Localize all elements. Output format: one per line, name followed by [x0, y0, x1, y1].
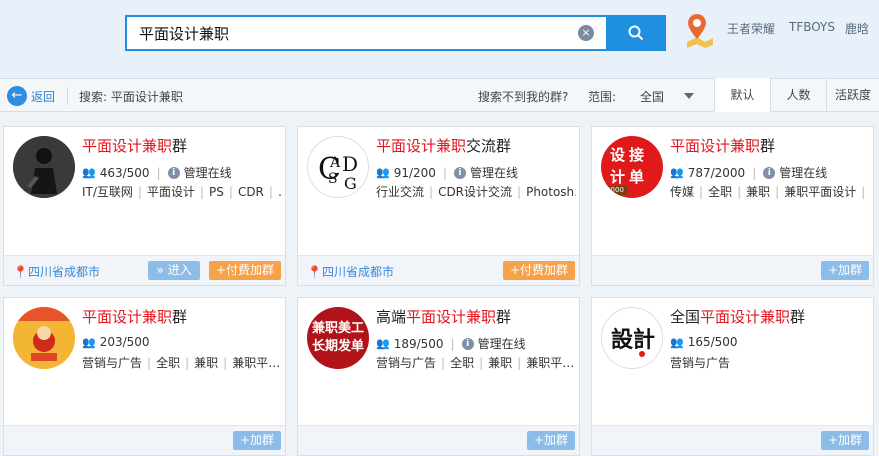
members-icon: 👥 [82, 335, 96, 349]
info-icon: i [763, 166, 776, 179]
group-title[interactable]: 平面设计兼职交流群 [376, 135, 511, 156]
member-count: 165/500 [687, 335, 738, 349]
admin-status: 管理在线 [477, 337, 526, 351]
group-tags: 营销与广告 | 全职 | 兼职 | 兼职平… [376, 356, 575, 370]
group-meta: 👥 91/200 | i 管理在线 [376, 165, 518, 181]
info-icon: i [461, 337, 474, 350]
members-icon: 👥 [376, 337, 390, 350]
filter-bar: ← 返回 搜索: 平面设计兼职 搜索不到我的群? 范围: 全国 默认 人数 活跃… [0, 78, 879, 112]
group-avatar: C A D S G [307, 136, 369, 198]
group-title[interactable]: 平面设计兼职群 [82, 306, 187, 327]
map-pin-icon [687, 14, 713, 48]
group-card[interactable]: 平面设计兼职群 👥 463/500 | i 管理在线 IT/互联网 | 平面设计 | P… [3, 126, 286, 286]
pay-join-button[interactable]: +付费加群 [209, 261, 281, 280]
pay-join-button[interactable]: +付费加群 [503, 261, 575, 280]
group-avatar [13, 307, 75, 369]
hot-link-3[interactable]: 鹿晗 [845, 20, 869, 37]
range-select[interactable]: 全国 [640, 88, 664, 105]
tab-activity[interactable]: 活跃度 [826, 78, 879, 112]
back-label: 返回 [31, 89, 56, 104]
group-card[interactable]: 设接 计单 2000 平面设计兼职群 👥 787/2000 | i 管理在线 传媒… [591, 126, 874, 286]
admin-status: 管理在线 [183, 166, 232, 180]
group-meta: 👥 787/2000 | i 管理在线 [670, 165, 828, 181]
search-query-label: 搜索: 平面设计兼职 [79, 90, 183, 104]
card-footer: +加群 [592, 425, 873, 455]
search-button[interactable] [606, 15, 666, 51]
members-icon: 👥 [670, 335, 684, 349]
svg-text:G: G [344, 174, 357, 193]
group-title[interactable]: 高端平面设计兼职群 [376, 306, 511, 327]
group-card[interactable]: 兼职美工 长期发单 高端平面设计兼职群 👥 189/500 | i 管理在线 营销… [297, 297, 580, 456]
member-count: 787/2000 [687, 165, 746, 180]
group-avatar: 設計 [601, 307, 663, 369]
location: 📍四川省成都市 [307, 265, 394, 279]
group-tags: 营销与广告 [670, 356, 731, 370]
group-meta: 👥 203/500 [82, 335, 150, 349]
members-icon: 👥 [376, 166, 390, 179]
tab-default[interactable]: 默认 [714, 78, 770, 112]
info-icon: i [453, 166, 466, 179]
admin-status: 管理在线 [779, 166, 828, 180]
join-button[interactable]: +加群 [527, 431, 575, 450]
group-tags: 营销与广告 | 全职 | 兼职 | 兼职平… [82, 356, 281, 370]
search-icon [628, 25, 644, 41]
group-avatar: 设接 计单 2000 [601, 136, 663, 198]
svg-text:S: S [328, 171, 338, 187]
info-icon: i [167, 166, 180, 179]
group-card[interactable]: C A D S G 平面设计兼职交流群 👥 91/200 | i 管理在线 行业… [297, 126, 580, 286]
card-footer: +加群 [298, 425, 579, 455]
search-box: × [125, 15, 606, 51]
group-card[interactable]: 平面设计兼职群 👥 203/500 营销与广告 | 全职 | 兼职 | 兼职平… +加群 [3, 297, 286, 456]
clear-search-icon[interactable]: × [578, 25, 594, 41]
join-button[interactable]: +加群 [821, 431, 869, 450]
member-count: 91/200 [393, 165, 436, 180]
join-button[interactable]: +加群 [233, 431, 281, 450]
svg-text:A: A [329, 155, 341, 171]
range-label: 范围: [588, 90, 617, 104]
card-footer: 📍四川省成都市 » 进入 +付费加群 [4, 255, 285, 285]
card-footer: +加群 [4, 425, 285, 455]
divider [67, 87, 68, 105]
group-meta: 👥 463/500 | i 管理在线 [82, 165, 232, 181]
group-tags: IT/互联网|平面设计|PS|CDR|… [82, 185, 282, 199]
back-button[interactable]: ← 返回 [7, 85, 55, 107]
admin-status: 管理在线 [469, 166, 518, 180]
group-meta: 👥 189/500 | i 管理在线 [376, 336, 526, 352]
join-button[interactable]: +加群 [821, 261, 869, 280]
card-footer: +加群 [592, 255, 873, 285]
location: 📍四川省成都市 [13, 265, 100, 279]
chevron-down-icon[interactable] [684, 93, 694, 99]
group-avatar [13, 136, 75, 198]
back-arrow-icon: ← [7, 86, 27, 106]
group-title[interactable]: 平面设计兼职群 [82, 135, 187, 156]
enter-button[interactable]: » 进入 [148, 261, 200, 280]
group-tags: 行业交流|CDR设计交流|Photosh… [376, 185, 576, 199]
card-footer: 📍四川省成都市 +付费加群 [298, 255, 579, 285]
not-found-link[interactable]: 搜索不到我的群? [478, 88, 568, 105]
member-count: 463/500 [99, 165, 150, 180]
member-count: 189/500 [393, 336, 444, 351]
members-icon: 👥 [82, 166, 96, 179]
top-bar: × 王者荣耀 TFBOYS 鹿晗 [0, 0, 879, 78]
search-input[interactable] [139, 17, 559, 49]
hot-link-1[interactable]: 王者荣耀 [727, 20, 775, 37]
members-icon: 👥 [670, 166, 684, 179]
hot-link-2[interactable]: TFBOYS [789, 20, 835, 34]
group-avatar: 兼职美工 长期发单 [307, 307, 369, 369]
tab-members[interactable]: 人数 [770, 78, 826, 112]
group-title[interactable]: 平面设计兼职群 [670, 135, 775, 156]
svg-text:D: D [342, 152, 358, 176]
group-tags: 传媒|全职|兼职|兼职平面设计|… [670, 185, 866, 199]
member-count: 203/500 [99, 335, 150, 349]
group-meta: 👥 165/500 [670, 335, 738, 349]
group-title[interactable]: 全国平面设计兼职群 [670, 306, 805, 327]
group-card[interactable]: 設計 全国平面设计兼职群 👥 165/500 营销与广告 +加群 [591, 297, 874, 456]
